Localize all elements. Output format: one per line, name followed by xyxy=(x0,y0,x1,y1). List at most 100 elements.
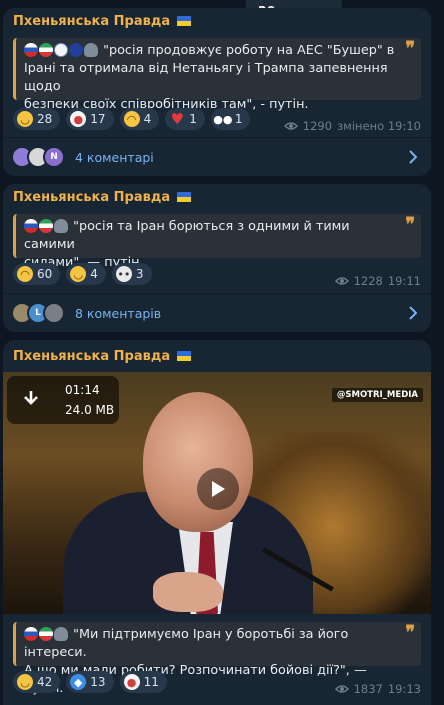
reaction-button[interactable]: ● 17 xyxy=(66,108,114,130)
views-count: 1837 xyxy=(353,682,383,696)
views-count: 1290 xyxy=(302,119,333,133)
views-icon xyxy=(334,277,349,285)
reaction-count: 11 xyxy=(143,675,159,689)
reactions-bar: ◡ 42 ◆ 13 ● 11 xyxy=(13,671,167,693)
ghost-icon: •• xyxy=(115,266,132,282)
post-time: 19:13 xyxy=(387,682,421,696)
channel-name[interactable]: Пхеньянська Правда xyxy=(13,349,191,364)
clown-face-icon: ● xyxy=(123,674,140,690)
cloud-icon xyxy=(84,43,98,57)
reaction-count: 1 xyxy=(234,112,243,126)
russia-flag-icon xyxy=(24,219,38,233)
cloud-icon xyxy=(54,219,68,233)
ukraine-flag-icon xyxy=(176,16,191,26)
reaction-count: 60 xyxy=(37,267,53,281)
channel-name-text: Пхеньянська Правда xyxy=(13,14,171,29)
grinning-face-icon: ◡ xyxy=(70,266,87,282)
comments-button[interactable]: N 4 коментарі xyxy=(3,138,431,176)
russia-flag-icon xyxy=(24,43,38,57)
channel-post[interactable]: Пхеньянська Правда @SMOTRI_MEDIA 01:14 2… xyxy=(3,340,431,705)
channel-name-text: Пхеньянська Правда xyxy=(13,190,171,205)
reaction-count: 17 xyxy=(90,112,106,126)
heart-icon: ♥ xyxy=(170,109,184,128)
reactions-bar: ◠ 60 ◡ 4 •• 3 xyxy=(13,263,152,285)
reaction-button[interactable]: •• 3 xyxy=(111,263,152,285)
video-watermark: @SMOTRI_MEDIA xyxy=(331,388,423,402)
post-time: 19:11 xyxy=(387,274,421,288)
grinning-face-icon: ◡ xyxy=(17,111,33,127)
comments-label: 4 коментарі xyxy=(75,149,154,165)
download-button[interactable]: 01:14 24.0 MB xyxy=(7,376,119,424)
views-count: 1228 xyxy=(353,274,383,288)
quote-icon: ❞ xyxy=(405,622,415,643)
clown-face-icon: ● xyxy=(70,111,87,127)
usa-flag-icon xyxy=(69,43,83,57)
reaction-button[interactable]: ◆ 13 xyxy=(66,671,114,693)
iran-flag-icon xyxy=(39,627,53,641)
israel-flag-icon xyxy=(54,43,68,57)
reaction-button[interactable]: ◡ 28 xyxy=(13,108,61,130)
quote-icon: ❞ xyxy=(405,214,415,235)
chevron-right-icon xyxy=(409,306,417,320)
avatar: N xyxy=(43,146,65,168)
iran-flag-icon xyxy=(39,43,53,57)
reaction-count: 1 xyxy=(189,112,197,126)
quote-text-line1: "росія продовжує роботу на АЕС "Бушер" в xyxy=(103,43,395,58)
reactions-bar: ◡ 28 ● 17 ◠ 4 ♥ 1 ●● 1 xyxy=(13,108,251,130)
comments-button[interactable]: L 8 коментарів xyxy=(3,294,431,332)
views-icon xyxy=(283,122,298,130)
ukraine-flag-icon xyxy=(176,351,191,361)
video-duration: 01:14 xyxy=(65,383,100,397)
reaction-count: 28 xyxy=(37,112,53,126)
russia-flag-icon xyxy=(24,627,38,641)
rolling-laughing-icon: ◠ xyxy=(17,266,33,282)
reaction-count: 3 xyxy=(135,267,144,281)
video-figure-head xyxy=(143,392,253,532)
avatar xyxy=(43,302,65,324)
reaction-count: 13 xyxy=(90,675,106,689)
reaction-button[interactable]: ◠ 4 xyxy=(119,108,160,130)
quote-block: ❞ "росія та Іран борються з одними й тим… xyxy=(13,214,421,270)
quote-block: ❞ "Ми підтримуємо Іран у боротьбі за йог… xyxy=(13,622,421,696)
channel-name[interactable]: Пхеньянська Правда xyxy=(13,190,191,205)
post-meta: 1228 19:11 xyxy=(334,274,421,288)
video-figure-hand xyxy=(153,572,223,612)
chevron-right-icon xyxy=(409,150,417,164)
video-player[interactable]: @SMOTRI_MEDIA 01:14 24.0 MB xyxy=(3,372,431,614)
rolling-laughing-icon: ◠ xyxy=(123,111,140,127)
views-icon xyxy=(334,685,349,693)
reaction-button[interactable]: ◡ 42 xyxy=(13,671,61,693)
channel-name[interactable]: Пхеньянська Правда xyxy=(13,14,191,29)
post-meta: 1290 змінено 19:10 xyxy=(283,119,421,133)
quote-block: ❞ "росія продовжує роботу на АЕС "Бушер"… xyxy=(13,38,421,112)
channel-post[interactable]: Пхеньянська Правда ❞ "росія та Іран борю… xyxy=(3,184,431,332)
comment-avatars: N xyxy=(11,146,65,168)
cloud-icon xyxy=(54,627,68,641)
eyes-icon: ●● xyxy=(213,112,233,126)
reaction-button[interactable]: ◠ 60 xyxy=(13,263,61,285)
whale-icon: ◆ xyxy=(70,674,87,690)
reaction-button[interactable]: ●● 1 xyxy=(210,108,251,130)
quote-text-line1: "Ми підтримуємо Іран у боротьбі за його … xyxy=(24,627,349,660)
reaction-count: 4 xyxy=(90,267,98,281)
reaction-button[interactable]: ♥ 1 xyxy=(165,108,205,130)
video-file-size: 24.0 MB xyxy=(65,403,115,417)
grinning-face-icon: ◡ xyxy=(17,674,33,690)
channel-name-text: Пхеньянська Правда xyxy=(13,349,171,364)
post-meta: 1837 19:13 xyxy=(334,682,421,696)
ukraine-flag-icon xyxy=(176,192,191,202)
reaction-button[interactable]: ◡ 4 xyxy=(66,263,106,285)
reaction-button[interactable]: ● 11 xyxy=(119,671,167,693)
avatar-initial: N xyxy=(50,152,58,162)
reaction-count: 4 xyxy=(143,112,152,126)
comment-avatars: L xyxy=(11,302,65,324)
post-time: змінено 19:10 xyxy=(337,119,421,133)
play-icon xyxy=(212,481,225,497)
play-button[interactable] xyxy=(197,468,239,510)
quote-icon: ❞ xyxy=(405,38,415,59)
reaction-count: 42 xyxy=(37,675,53,689)
comments-label: 8 коментарів xyxy=(75,305,162,321)
download-arrow-icon xyxy=(24,391,38,405)
iran-flag-icon xyxy=(39,219,53,233)
channel-post[interactable]: Пхеньянська Правда ❞ "росія продовжує ро… xyxy=(3,8,431,176)
